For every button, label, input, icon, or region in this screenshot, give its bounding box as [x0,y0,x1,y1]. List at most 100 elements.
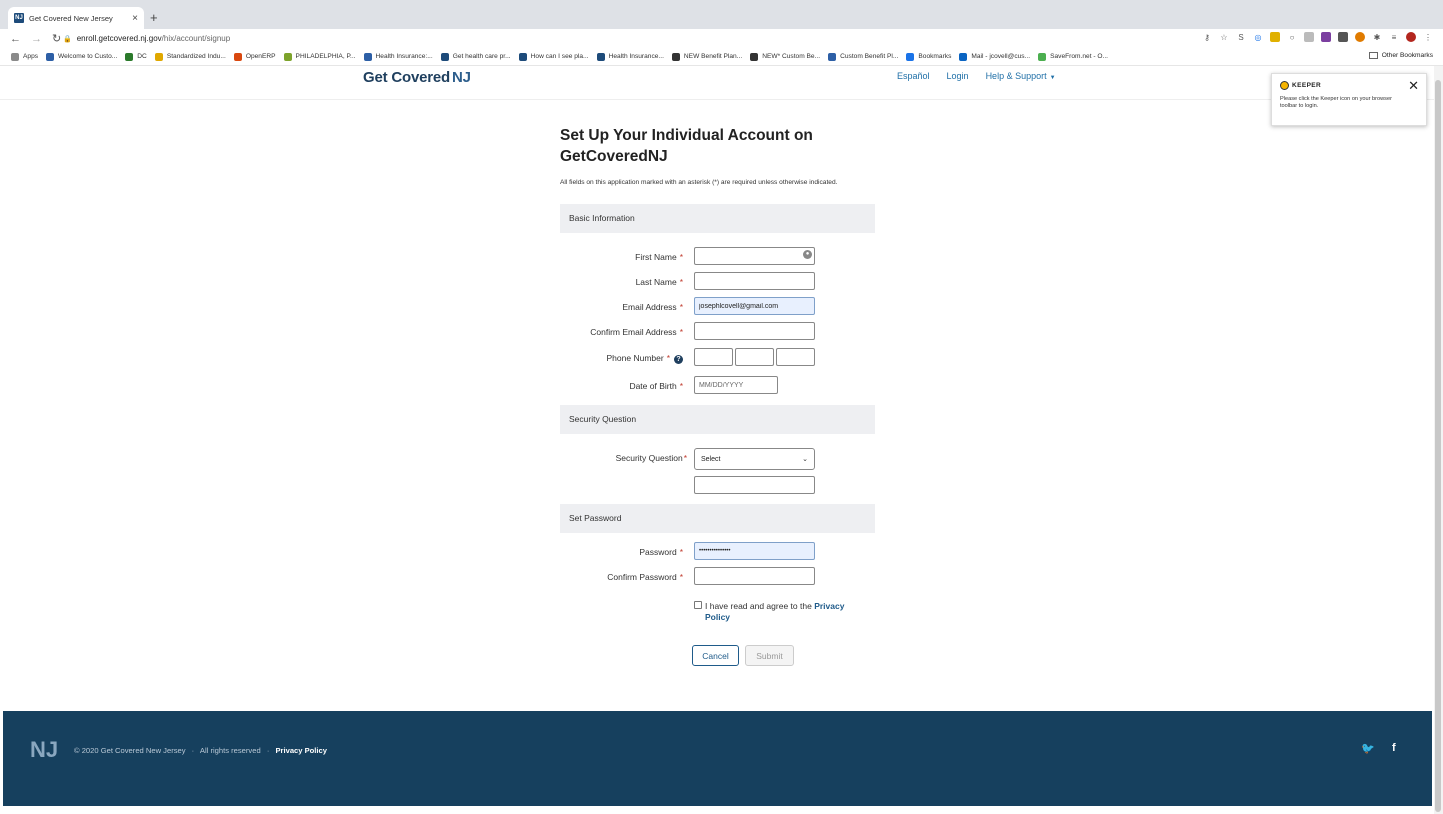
password-label: Password * [639,547,683,557]
submit-button[interactable]: Submit [745,645,794,666]
caret-down-icon: ▼ [1049,75,1056,81]
bookmark-item[interactable]: Mail - jcovell@cus... [959,52,1031,61]
agree-checkbox[interactable] [694,601,702,609]
bookmark-label: OpenERP [245,53,276,60]
nj-favicon-icon: NJ [14,13,24,23]
phone-prefix-input[interactable] [735,348,774,366]
section-basic-information: Basic Information [560,204,875,233]
required-note: All fields on this application marked wi… [560,179,838,186]
phone-area-input[interactable] [694,348,733,366]
tab-close-icon[interactable]: × [132,13,138,24]
profile-avatar[interactable] [1406,32,1416,42]
twitter-icon[interactable]: 🐦 [1361,742,1375,755]
help-support-menu[interactable]: Help & Support ▼ [986,71,1056,81]
first-name-wrapper: ● [694,247,815,265]
forward-arrow-icon[interactable]: → [31,33,42,45]
phone-label: Phone Number *? [483,353,683,364]
new-tab-button[interactable]: + [150,10,158,25]
footer-privacy-link[interactable]: Privacy Policy [275,746,327,755]
separator: · [191,746,195,755]
confirm-email-label: Confirm Email Address * [590,327,683,337]
bookmark-label: Bookmarks [918,53,952,60]
reading-list-icon[interactable]: ≡ [1389,32,1399,42]
bookmark-item[interactable]: NEW* Custom Be... [750,52,821,61]
security-question-select[interactable]: Select ⌄ [694,448,815,470]
top-nav: Español Login Help & Support ▼ [897,71,1056,81]
bookmark-item[interactable]: Welcome to Custo... [46,52,117,61]
security-question-label: Security Question* [615,453,687,463]
other-bookmarks[interactable]: Other Bookmarks [1362,52,1433,59]
bookmark-favicon-icon [125,52,134,61]
target-extension-icon[interactable]: ◎ [1253,32,1263,42]
tab-title: Get Covered New Jersey [29,13,113,23]
bookmark-label: Mail - jcovell@cus... [971,53,1031,60]
bookmark-favicon-icon [959,52,968,61]
bookmark-item[interactable]: Bookmarks [906,52,952,61]
bookmark-item[interactable]: How can I see pla... [518,52,589,61]
bookmark-item[interactable]: Health Insurance... [596,52,664,61]
site-footer: NJ © 2020 Get Covered New Jersey · All r… [3,711,1432,806]
bookmark-item[interactable]: NEW Benefit Plan... [671,52,743,61]
bookmark-item[interactable]: Custom Benefit Pl... [828,52,899,61]
s-extension-icon[interactable]: S [1236,32,1246,42]
bookmark-item[interactable]: Standardized Indu... [154,52,226,61]
folder-icon [1368,52,1378,59]
last-name-input[interactable] [694,272,815,290]
get-covered-nj-logo[interactable]: Get Covered NJ [363,69,471,86]
puzzle-icon[interactable]: ✱ [1372,32,1382,42]
extension-icon[interactable] [1355,32,1365,42]
espanol-link[interactable]: Español [897,71,930,81]
bookmark-favicon-icon [828,52,837,61]
menu-icon[interactable]: ⋮ [1423,32,1433,42]
keeper-popup: KEEPER ✕ Please click the Keeper icon on… [1271,73,1427,126]
bookmark-item[interactable]: DC [125,52,147,61]
extension-icon[interactable] [1321,32,1331,42]
facebook-icon[interactable]: f [1392,742,1396,754]
bookmark-item[interactable]: SaveFrom.net - O... [1038,52,1109,61]
confirm-email-input[interactable] [694,322,815,340]
bookmark-item[interactable]: Health Insurance:... [363,52,433,61]
phone-line-input[interactable] [776,348,815,366]
keeper-header: KEEPER [1280,81,1418,90]
bookmark-label: NEW Benefit Plan... [683,53,743,60]
first-name-input[interactable] [694,247,815,265]
scrollbar-thumb[interactable] [1435,80,1441,812]
browser-tab[interactable]: NJ Get Covered New Jersey × [8,7,144,29]
password-input[interactable] [694,542,815,560]
bookmark-label: NEW* Custom Be... [762,53,821,60]
login-link[interactable]: Login [947,71,969,81]
bookmark-favicon-icon [283,52,292,61]
bookmark-label: SaveFrom.net - O... [1050,53,1109,60]
email-input[interactable] [694,297,815,315]
reload-icon[interactable]: ↻ [52,32,61,45]
bookmark-label: Custom Benefit Pl... [840,53,899,60]
other-bookmarks-label: Other Bookmarks [1381,52,1433,59]
bookmark-label: PHILADELPHIA, P... [295,53,356,60]
extension-icon[interactable] [1338,32,1348,42]
autofill-contact-icon[interactable]: ● [803,250,812,259]
address-bar[interactable]: 🔒 enroll.getcovered.nj.gov /hix/account/… [63,31,1173,46]
close-icon[interactable]: ✕ [1408,78,1419,94]
bookmark-item[interactable]: Get health care pr... [440,52,511,61]
bookmark-label: Get health care pr... [452,53,511,60]
bookmark-item[interactable]: PHILADELPHIA, P... [283,52,356,61]
first-name-label: First Name * [635,252,683,262]
bookmark-label: Health Insurance:... [375,53,433,60]
bookmark-item[interactable]: Apps [11,52,38,61]
bookmark-favicon-icon [750,52,759,61]
extension-icon[interactable] [1304,32,1314,42]
confirm-password-input[interactable] [694,567,815,585]
circle-extension-icon[interactable]: ○ [1287,32,1297,42]
key-icon[interactable]: ⚷ [1202,32,1212,42]
extension-icons: ⚷ ☆ S ◎ ○ ✱ ≡ ⋮ [1202,32,1433,42]
back-arrow-icon[interactable]: ← [10,33,21,45]
browser-toolbar: ← → ↻ 🔒 enroll.getcovered.nj.gov /hix/ac… [0,29,1443,48]
section-security-question: Security Question [560,405,875,434]
extension-icon[interactable] [1270,32,1280,42]
bookmark-item[interactable]: OpenERP [233,52,276,61]
security-answer-input[interactable] [694,476,815,494]
star-icon[interactable]: ☆ [1219,32,1229,42]
cancel-button[interactable]: Cancel [692,645,739,666]
dob-input[interactable] [694,376,778,394]
help-question-icon[interactable]: ? [674,355,683,364]
